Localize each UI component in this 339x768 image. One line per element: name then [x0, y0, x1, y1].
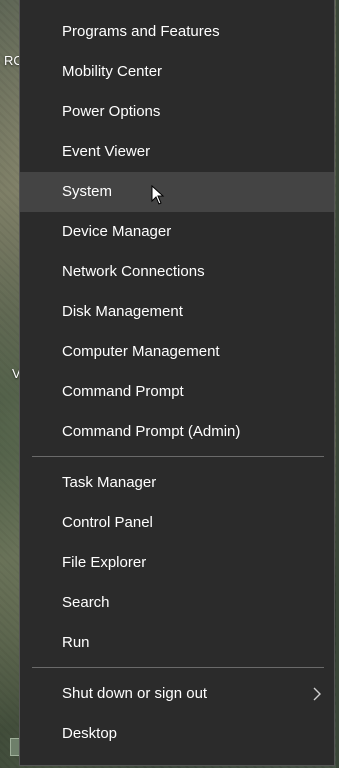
quick-link-menu: Programs and Features Mobility Center Po… — [19, 0, 335, 766]
menu-item-label: Programs and Features — [62, 23, 220, 40]
menu-item-label: Run — [62, 634, 90, 651]
menu-item-event-viewer[interactable]: Event Viewer — [20, 132, 334, 172]
menu-separator — [32, 456, 324, 457]
menu-item-device-manager[interactable]: Device Manager — [20, 212, 334, 252]
menu-item-label: Network Connections — [62, 263, 205, 280]
menu-item-desktop[interactable]: Desktop — [20, 714, 334, 754]
menu-item-shut-down-or-sign-out[interactable]: Shut down or sign out — [20, 674, 334, 714]
menu-item-search[interactable]: Search — [20, 583, 334, 623]
menu-item-label: Disk Management — [62, 303, 183, 320]
menu-item-label: Shut down or sign out — [62, 685, 208, 702]
menu-item-mobility-center[interactable]: Mobility Center — [20, 52, 334, 92]
menu-item-system[interactable]: System — [20, 172, 334, 212]
menu-item-power-options[interactable]: Power Options — [20, 92, 334, 132]
menu-item-label: Event Viewer — [62, 143, 151, 160]
menu-item-label: Command Prompt (Admin) — [62, 423, 241, 440]
menu-item-command-prompt[interactable]: Command Prompt — [20, 372, 334, 412]
menu-item-label: Control Panel — [62, 514, 153, 531]
menu-item-file-explorer[interactable]: File Explorer — [20, 543, 334, 583]
menu-item-label: Device Manager — [62, 223, 172, 240]
menu-item-label: Computer Management — [62, 343, 220, 360]
menu-item-label: File Explorer — [62, 554, 147, 571]
menu-item-label: System — [62, 183, 113, 200]
menu-item-label: Desktop — [62, 725, 118, 742]
menu-item-label: Power Options — [62, 103, 161, 120]
menu-item-label: Search — [62, 594, 110, 611]
menu-item-label: Command Prompt — [62, 383, 184, 400]
chevron-right-icon — [313, 687, 321, 701]
menu-item-label: Mobility Center — [62, 63, 163, 80]
mouse-pointer-icon — [151, 185, 165, 205]
menu-item-task-manager[interactable]: Task Manager — [20, 463, 334, 503]
menu-item-label: Task Manager — [62, 474, 157, 491]
menu-item-control-panel[interactable]: Control Panel — [20, 503, 334, 543]
menu-item-command-prompt-admin[interactable]: Command Prompt (Admin) — [20, 412, 334, 452]
menu-item-disk-management[interactable]: Disk Management — [20, 292, 334, 332]
menu-item-network-connections[interactable]: Network Connections — [20, 252, 334, 292]
menu-item-computer-management[interactable]: Computer Management — [20, 332, 334, 372]
menu-separator — [32, 667, 324, 668]
menu-item-programs-and-features[interactable]: Programs and Features — [20, 12, 334, 52]
menu-item-run[interactable]: Run — [20, 623, 334, 663]
